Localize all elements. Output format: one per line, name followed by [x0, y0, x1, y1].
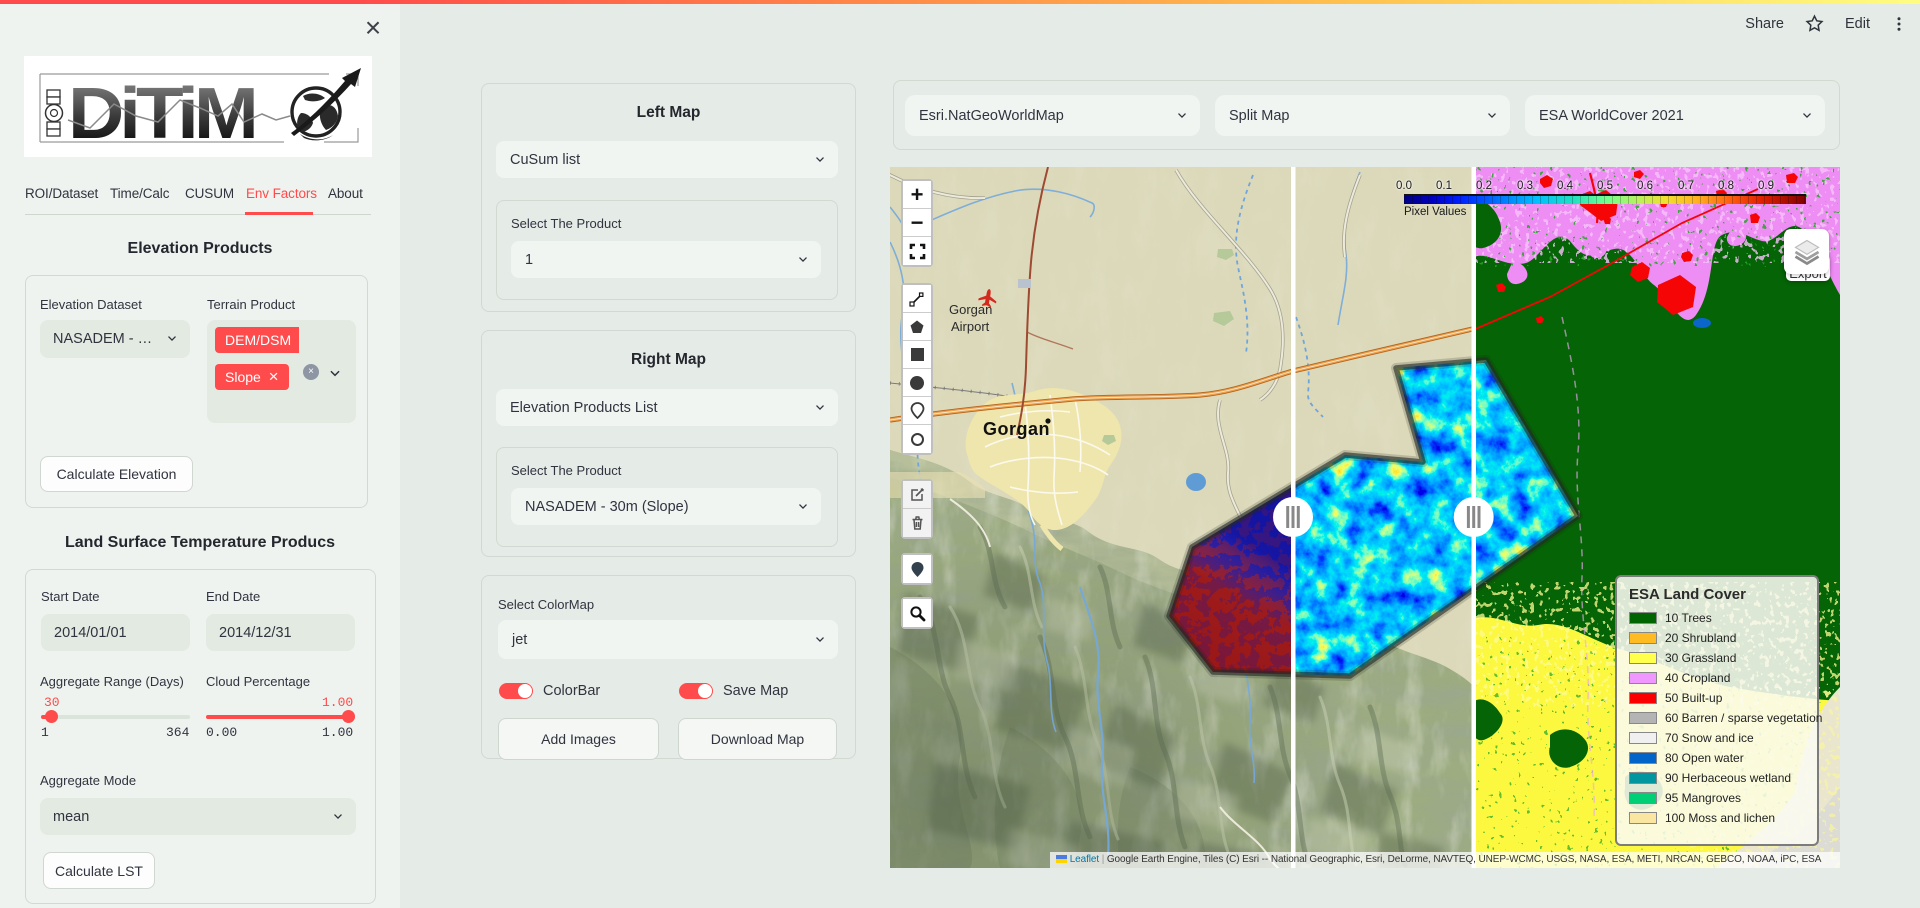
svg-text:DiTiM: DiTiM — [68, 72, 254, 153]
svg-text:Gorgan: Gorgan — [983, 419, 1050, 439]
svg-text:Airport: Airport — [951, 319, 990, 334]
